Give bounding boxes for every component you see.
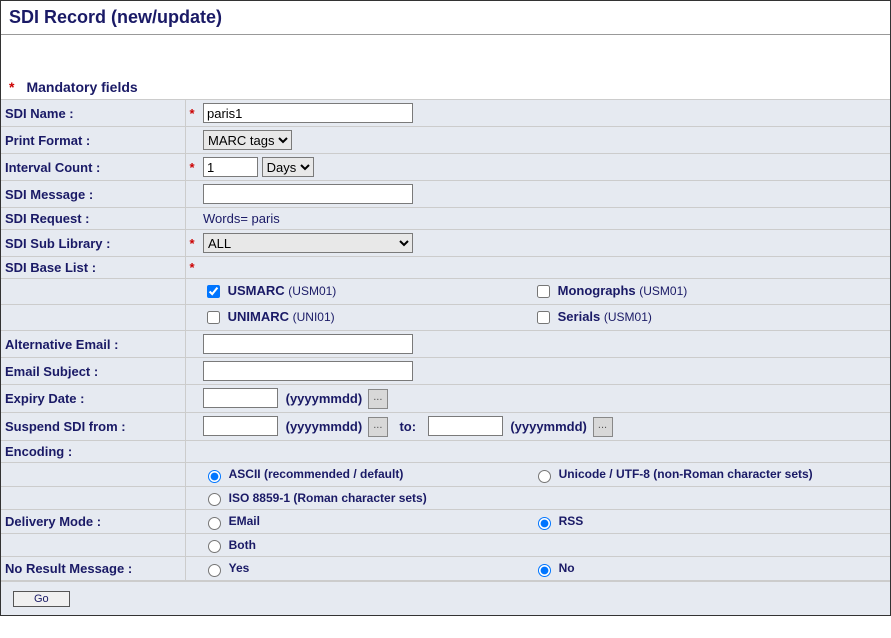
label-no-result: No Result Message :: [1, 557, 185, 581]
sdi-name-input[interactable]: [203, 103, 413, 123]
label-encoding: Encoding :: [1, 441, 185, 463]
label-sdi-sub-library: SDI Sub Library :: [1, 230, 185, 257]
expiry-date-input[interactable]: [203, 388, 278, 408]
go-button[interactable]: Go: [13, 591, 70, 607]
label-delivery-both: Both: [229, 538, 256, 552]
req-interval: *: [185, 154, 199, 181]
label-serials: Serials (USM01): [558, 309, 652, 324]
email-subject-input[interactable]: [203, 361, 413, 381]
interval-count-input[interactable]: [203, 157, 258, 177]
label-encoding-ascii: ASCII (recommended / default): [229, 467, 404, 481]
suspend-to-picker-button[interactable]: ...: [593, 417, 613, 437]
sdi-record-form: SDI Record (new/update) * Mandatory fiel…: [0, 0, 891, 616]
suspend-from-format: (yyyymmdd): [286, 419, 363, 434]
req-base-list: *: [185, 257, 199, 279]
label-sdi-message: SDI Message :: [1, 181, 185, 208]
sdi-sub-library-select[interactable]: ALL: [203, 233, 413, 253]
label-print-format: Print Format :: [1, 127, 185, 154]
button-row: Go: [1, 581, 890, 615]
mandatory-fields-legend: * Mandatory fields: [1, 75, 890, 100]
expiry-date-picker-button[interactable]: ...: [368, 389, 388, 409]
label-no-result-no: No: [559, 561, 575, 575]
suspend-to-format: (yyyymmdd): [510, 419, 587, 434]
mandatory-label: Mandatory fields: [26, 79, 137, 95]
radio-delivery-email[interactable]: [208, 517, 221, 530]
req-sdi-name: *: [185, 100, 199, 127]
label-sdi-request: SDI Request :: [1, 208, 185, 230]
checkbox-monographs[interactable]: [537, 285, 550, 298]
expiry-date-format: (yyyymmdd): [286, 391, 363, 406]
sdi-message-input[interactable]: [203, 184, 413, 204]
label-encoding-unicode: Unicode / UTF-8 (non-Roman character set…: [559, 467, 813, 481]
checkbox-usmarc[interactable]: [207, 285, 220, 298]
sdi-request-value: Words= paris: [203, 211, 280, 226]
label-unimarc: UNIMARC (UNI01): [228, 309, 335, 324]
radio-delivery-both[interactable]: [208, 540, 221, 553]
spacer: [1, 35, 890, 75]
label-monographs: Monographs (USM01): [558, 283, 688, 298]
label-no-result-yes: Yes: [229, 561, 250, 575]
print-format-select[interactable]: MARC tags: [203, 130, 292, 150]
suspend-from-input[interactable]: [203, 416, 278, 436]
label-encoding-iso: ISO 8859-1 (Roman character sets): [229, 491, 427, 505]
label-email-subject: Email Subject :: [1, 358, 185, 385]
radio-encoding-ascii[interactable]: [208, 470, 221, 483]
label-sdi-name: SDI Name :: [1, 100, 185, 127]
label-interval-count: Interval Count :: [1, 154, 185, 181]
checkbox-serials[interactable]: [537, 311, 550, 324]
alt-email-input[interactable]: [203, 334, 413, 354]
suspend-to-label: to:: [399, 419, 416, 434]
interval-unit-select[interactable]: Days: [262, 157, 314, 177]
page-title: SDI Record (new/update): [1, 1, 890, 35]
checkbox-unimarc[interactable]: [207, 311, 220, 324]
req-sub-library: *: [185, 230, 199, 257]
radio-encoding-iso[interactable]: [208, 493, 221, 506]
label-suspend-from: Suspend SDI from :: [1, 413, 185, 441]
mandatory-asterisk: *: [9, 79, 14, 95]
label-sdi-base-list: SDI Base List :: [1, 257, 185, 279]
radio-encoding-unicode[interactable]: [538, 470, 551, 483]
radio-no-result-no[interactable]: [538, 564, 551, 577]
label-delivery-mode: Delivery Mode :: [1, 510, 185, 534]
suspend-from-picker-button[interactable]: ...: [368, 417, 388, 437]
form-table: SDI Name : * Print Format : MARC tags In…: [1, 100, 890, 581]
radio-delivery-rss[interactable]: [538, 517, 551, 530]
label-alt-email: Alternative Email :: [1, 331, 185, 358]
radio-no-result-yes[interactable]: [208, 564, 221, 577]
suspend-to-input[interactable]: [428, 416, 503, 436]
label-usmarc: USMARC (USM01): [228, 283, 337, 298]
label-delivery-email: EMail: [229, 514, 260, 528]
label-delivery-rss: RSS: [559, 514, 584, 528]
label-expiry-date: Expiry Date :: [1, 385, 185, 413]
